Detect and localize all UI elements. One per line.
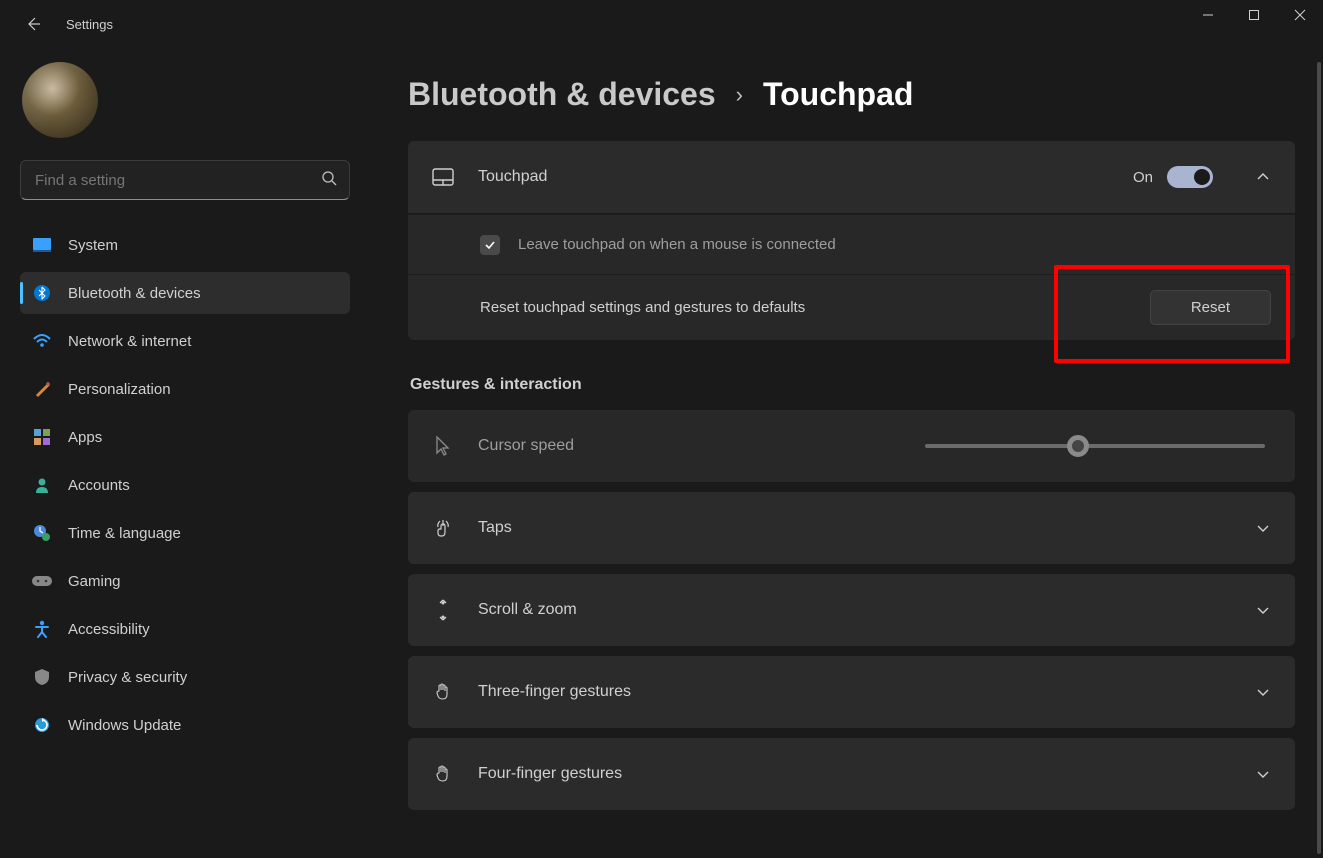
leave-touchpad-row[interactable]: Leave touchpad on when a mouse is connec… bbox=[408, 214, 1295, 274]
nav-item-personalization[interactable]: Personalization bbox=[20, 368, 350, 410]
nav-label: Privacy & security bbox=[68, 669, 187, 686]
nav-label: Accounts bbox=[68, 477, 130, 494]
slider-thumb[interactable] bbox=[1067, 435, 1089, 457]
window-controls bbox=[1185, 0, 1323, 48]
bluetooth-icon bbox=[32, 283, 52, 303]
nav-item-system[interactable]: System bbox=[20, 224, 350, 266]
chevron-down-icon bbox=[1255, 520, 1271, 536]
search-input[interactable] bbox=[33, 171, 321, 190]
titlebar: Settings bbox=[0, 0, 1323, 48]
apps-icon bbox=[32, 427, 52, 447]
breadcrumb: Bluetooth & devices › Touchpad bbox=[408, 76, 1295, 113]
touchpad-label: Touchpad bbox=[478, 168, 1109, 186]
nav-item-gaming[interactable]: Gaming bbox=[20, 560, 350, 602]
minimize-button[interactable] bbox=[1185, 0, 1231, 30]
sidebar: System Bluetooth & devices Network & int… bbox=[0, 48, 370, 858]
search-icon bbox=[321, 170, 337, 191]
nav-label: Personalization bbox=[68, 381, 171, 398]
toggle-state-label: On bbox=[1133, 169, 1153, 186]
breadcrumb-current: Touchpad bbox=[763, 76, 914, 113]
titlebar-left: Settings bbox=[24, 15, 113, 33]
hand-icon bbox=[432, 763, 454, 785]
scroll-icon bbox=[432, 599, 454, 621]
nav-label: Gaming bbox=[68, 573, 121, 590]
nav-label: Bluetooth & devices bbox=[68, 285, 201, 302]
gestures-heading: Gestures & interaction bbox=[410, 376, 1295, 394]
nav-label: Time & language bbox=[68, 525, 181, 542]
update-icon bbox=[32, 715, 52, 735]
cursor-speed-slider[interactable] bbox=[925, 444, 1265, 448]
window-title: Settings bbox=[66, 17, 113, 32]
leave-touchpad-checkbox[interactable] bbox=[480, 235, 500, 255]
touchpad-row[interactable]: Touchpad On bbox=[408, 141, 1295, 213]
nav-item-accessibility[interactable]: Accessibility bbox=[20, 608, 350, 650]
person-icon bbox=[32, 475, 52, 495]
chevron-down-icon bbox=[1255, 766, 1271, 782]
nav-item-network[interactable]: Network & internet bbox=[20, 320, 350, 362]
nav-label: Network & internet bbox=[68, 333, 191, 350]
taps-label: Taps bbox=[478, 519, 1231, 537]
accessibility-icon bbox=[32, 619, 52, 639]
chevron-up-icon[interactable] bbox=[1255, 169, 1271, 185]
nav-label: Accessibility bbox=[68, 621, 150, 638]
nav-item-accounts[interactable]: Accounts bbox=[20, 464, 350, 506]
scroll-zoom-row[interactable]: Scroll & zoom bbox=[408, 574, 1295, 646]
touchpad-toggle-wrap: On bbox=[1133, 166, 1213, 188]
nav-item-bluetooth-devices[interactable]: Bluetooth & devices bbox=[20, 272, 350, 314]
gamepad-icon bbox=[32, 571, 52, 591]
display-icon bbox=[32, 235, 52, 255]
back-icon[interactable] bbox=[24, 15, 42, 33]
touchpad-icon bbox=[432, 166, 454, 188]
nav-item-apps[interactable]: Apps bbox=[20, 416, 350, 458]
scrollbar[interactable] bbox=[1317, 62, 1321, 854]
chevron-down-icon bbox=[1255, 602, 1271, 618]
shield-icon bbox=[32, 667, 52, 687]
leave-touchpad-label: Leave touchpad on when a mouse is connec… bbox=[518, 236, 1271, 253]
nav-list: System Bluetooth & devices Network & int… bbox=[20, 224, 350, 746]
paintbrush-icon bbox=[32, 379, 52, 399]
main-content: Bluetooth & devices › Touchpad Touchpad … bbox=[370, 48, 1323, 858]
nav-item-privacy-security[interactable]: Privacy & security bbox=[20, 656, 350, 698]
close-button[interactable] bbox=[1277, 0, 1323, 30]
four-finger-row[interactable]: Four-finger gestures bbox=[408, 738, 1295, 810]
search-box[interactable] bbox=[20, 160, 350, 200]
nav-item-windows-update[interactable]: Windows Update bbox=[20, 704, 350, 746]
cursor-icon bbox=[432, 435, 454, 457]
breadcrumb-parent[interactable]: Bluetooth & devices bbox=[408, 76, 716, 113]
reset-touchpad-row: Reset touchpad settings and gestures to … bbox=[408, 274, 1295, 340]
user-profile[interactable] bbox=[20, 62, 350, 138]
wifi-icon bbox=[32, 331, 52, 351]
scroll-zoom-label: Scroll & zoom bbox=[478, 601, 1231, 619]
nav-item-time-language[interactable]: Time & language bbox=[20, 512, 350, 554]
nav-label: System bbox=[68, 237, 118, 254]
chevron-right-icon: › bbox=[736, 82, 743, 108]
hand-icon bbox=[432, 681, 454, 703]
avatar bbox=[22, 62, 98, 138]
maximize-button[interactable] bbox=[1231, 0, 1277, 30]
three-finger-label: Three-finger gestures bbox=[478, 683, 1231, 701]
clock-globe-icon bbox=[32, 523, 52, 543]
four-finger-label: Four-finger gestures bbox=[478, 765, 1231, 783]
cursor-speed-row: Cursor speed bbox=[408, 410, 1295, 482]
touchpad-group: Touchpad On Leave touchpad on when a mou… bbox=[408, 141, 1295, 340]
nav-label: Apps bbox=[68, 429, 102, 446]
tap-icon bbox=[432, 517, 454, 539]
nav-label: Windows Update bbox=[68, 717, 181, 734]
chevron-down-icon bbox=[1255, 684, 1271, 700]
touchpad-toggle[interactable] bbox=[1167, 166, 1213, 188]
reset-button[interactable]: Reset bbox=[1150, 290, 1271, 325]
reset-touchpad-label: Reset touchpad settings and gestures to … bbox=[480, 299, 1132, 316]
taps-row[interactable]: Taps bbox=[408, 492, 1295, 564]
cursor-speed-label: Cursor speed bbox=[478, 437, 901, 455]
three-finger-row[interactable]: Three-finger gestures bbox=[408, 656, 1295, 728]
